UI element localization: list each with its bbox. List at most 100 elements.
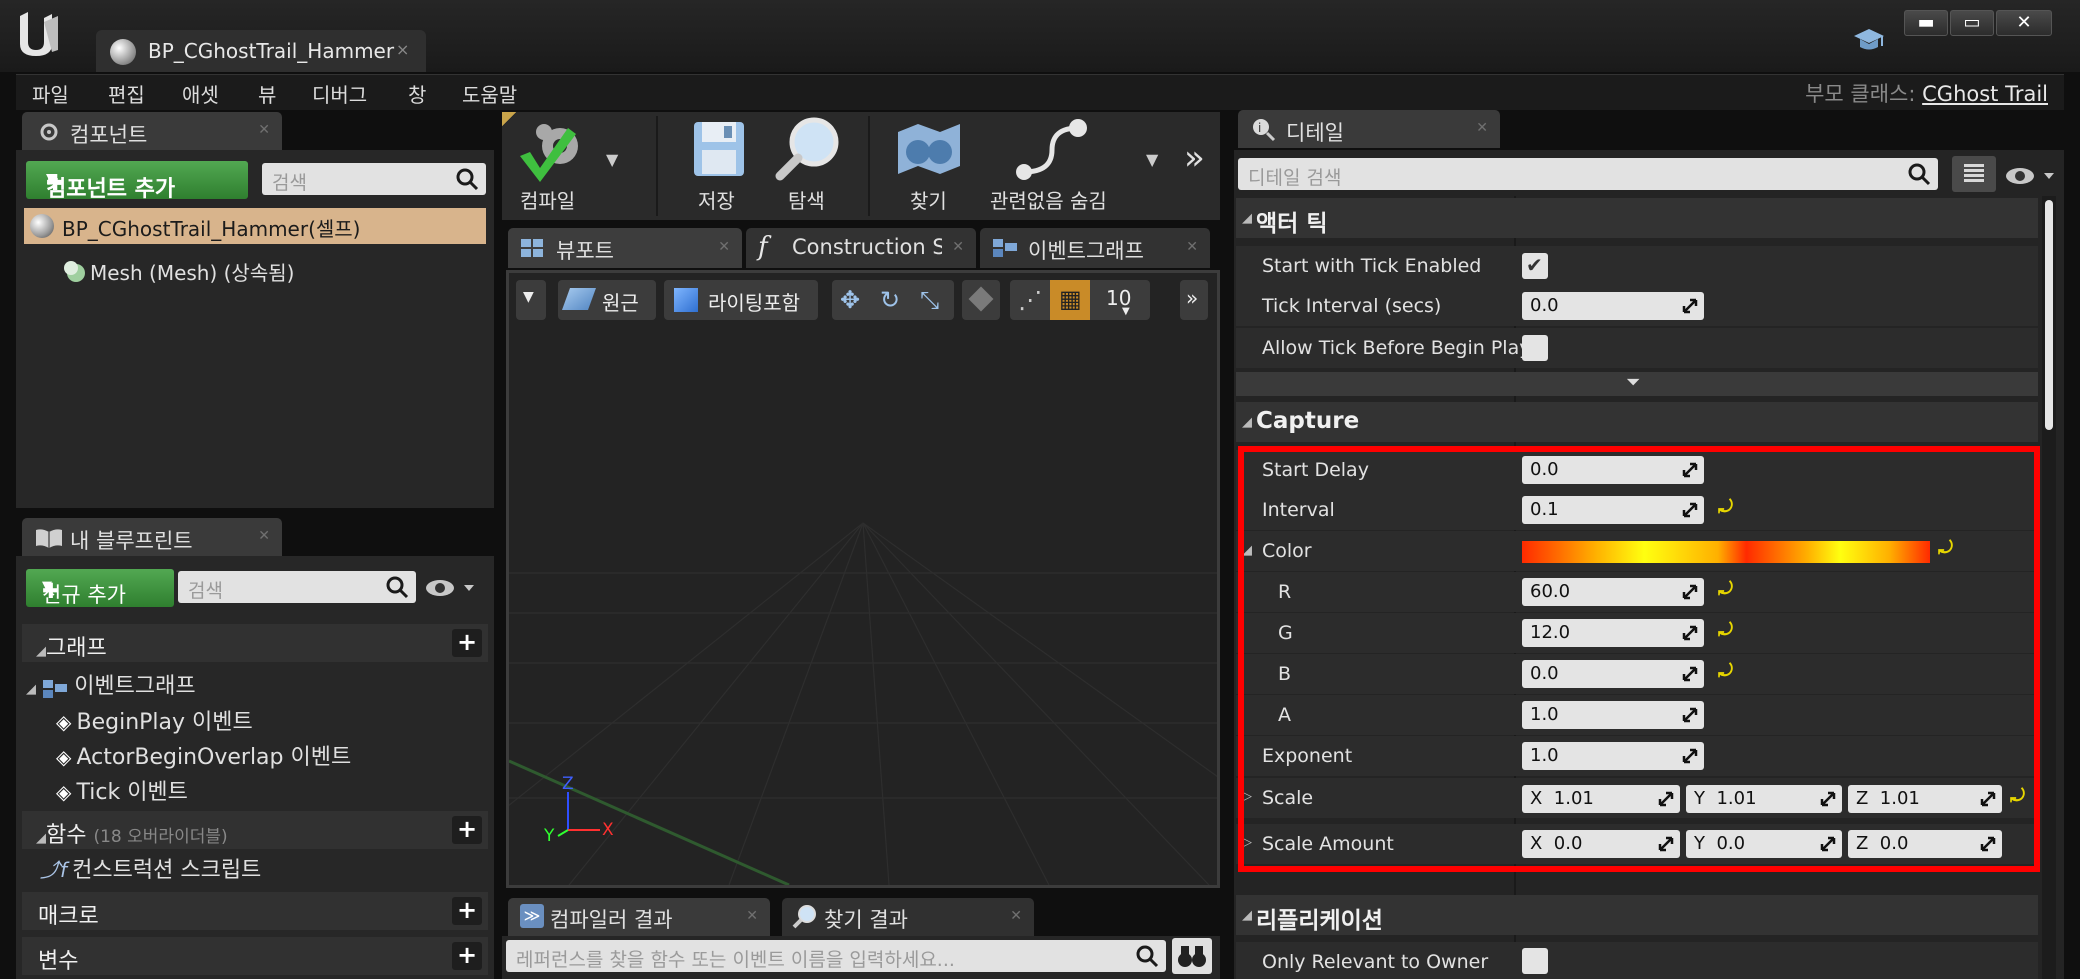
rotate-icon[interactable]: ↻ <box>880 286 900 314</box>
tab-construction-script[interactable]: f Construction Sc ✕ <box>746 228 976 268</box>
start-with-tick-checkbox[interactable]: ✔ <box>1522 253 1548 279</box>
tab-compiler-results[interactable]: ≫ 컴파일러 결과 ✕ <box>508 898 770 936</box>
find-label[interactable]: 찾기 <box>910 185 947 214</box>
expand-triangle-icon[interactable]: ◢ <box>1242 908 1252 923</box>
tab-find-results[interactable]: 찾기 결과 ✕ <box>782 898 1034 936</box>
tab-find-results-close-icon[interactable]: ✕ <box>1010 908 1022 924</box>
component-mesh-item[interactable]: Mesh (Mesh) (상속됨) <box>90 257 294 286</box>
hide-unrelated-label[interactable]: 관련없음 숨김 <box>990 185 1107 214</box>
lit-mode-button[interactable]: 라이팅포함 <box>664 280 818 320</box>
drag-handle-icon[interactable] <box>1682 298 1698 314</box>
reference-search-input[interactable]: 레퍼런스를 찾을 함수 또는 이벤트 이름을 입력하세요... <box>506 940 1166 972</box>
macros-section[interactable]: 매크로 + <box>22 892 488 930</box>
tab-event-graph-close-icon[interactable]: ✕ <box>1186 239 1198 255</box>
expand-advanced-icon[interactable]: ⏷ <box>1626 372 1640 393</box>
components-tab[interactable]: 컴포넌트 ✕ <box>22 112 282 150</box>
components-tab-close-icon[interactable]: ✕ <box>258 122 270 138</box>
transform-tools-group[interactable]: ✥ ↻ ⤡ <box>832 280 954 320</box>
snap-icon[interactable]: ⋰ <box>1018 286 1042 314</box>
variables-section[interactable]: 변수 + <box>22 937 488 975</box>
my-blueprint-tab-close-icon[interactable]: ✕ <box>258 528 270 544</box>
menu-help[interactable]: 도움말 <box>462 79 517 108</box>
category-replication[interactable]: ◢ 리플리케이션 <box>1236 895 2038 935</box>
tab-viewport[interactable]: 뷰포트 ✕ <box>508 228 742 268</box>
only-relevant-checkbox[interactable] <box>1522 948 1548 974</box>
grid-snap-group[interactable]: ⋰ ▦ 10 ▼ <box>1010 280 1150 320</box>
minimize-button[interactable]: ▬ <box>1904 10 1948 36</box>
hide-unrelated-chevron-icon[interactable]: ▼ <box>1146 150 1158 169</box>
tab-construction-label: Construction Sc <box>792 235 942 259</box>
grid-snap-toggle[interactable]: ▦ <box>1050 280 1090 320</box>
expand-triangle-icon[interactable]: ◢ <box>1242 415 1252 430</box>
add-variable-button[interactable]: + <box>452 942 482 970</box>
event-item-tick[interactable]: ◈ Tick 이벤트 <box>56 774 188 806</box>
parent-class-link[interactable]: CGhost Trail <box>1922 82 2048 106</box>
event-item-overlap[interactable]: ◈ ActorBeginOverlap 이벤트 <box>56 739 351 771</box>
maximize-button[interactable]: ▭ <box>1950 10 1994 36</box>
add-component-button[interactable]: ✚ 컴포넌트 추가 ▼ <box>26 161 248 202</box>
save-label[interactable]: 저장 <box>698 185 735 214</box>
surface-snap-button[interactable] <box>962 280 1000 320</box>
tab-event-graph[interactable]: 이벤트그래프 ✕ <box>980 228 1210 268</box>
category-capture[interactable]: ◢ Capture <box>1236 402 2038 442</box>
functions-section[interactable]: ◢함수 (18 오버라이더블) + <box>22 811 488 849</box>
tick-interval-field[interactable]: 0.0 <box>1522 292 1704 320</box>
expand-triangle-icon[interactable]: ◢ <box>1242 211 1252 226</box>
browse-button[interactable] <box>774 116 846 182</box>
property-matrix-button[interactable] <box>1952 156 1996 192</box>
browse-label[interactable]: 탐색 <box>788 185 825 214</box>
event-item-beginplay[interactable]: ◈ BeginPlay 이벤트 <box>56 704 253 736</box>
static-mesh-icon <box>64 261 85 282</box>
allow-tick-checkbox[interactable] <box>1522 335 1548 361</box>
graph-section[interactable]: ◢그래프 + <box>22 624 488 662</box>
perspective-button[interactable]: 원근 <box>558 280 656 320</box>
menu-asset[interactable]: 애셋 <box>182 79 219 108</box>
add-macro-button[interactable]: + <box>452 897 482 925</box>
expand-triangle-icon[interactable]: ◢ <box>36 644 46 659</box>
add-new-button[interactable]: ✚ 신규 추가 ▼ <box>26 569 174 607</box>
tab-construction-close-icon[interactable]: ✕ <box>952 239 964 255</box>
eye-visibility-icon[interactable] <box>424 576 478 600</box>
advanced-expander[interactable]: ⏷ <box>1236 372 2038 396</box>
hide-unrelated-button[interactable] <box>1012 116 1092 182</box>
category-actor-tick[interactable]: ◢ 액터 틱 <box>1236 198 2038 238</box>
close-window-button[interactable]: ✕ <box>1996 10 2052 36</box>
viewport-options-button[interactable]: ▼ <box>516 280 546 320</box>
expand-triangle-icon[interactable]: ◢ <box>26 682 36 697</box>
tab-viewport-close-icon[interactable]: ✕ <box>718 239 730 255</box>
component-self-item[interactable]: BP_CGhostTrail_Hammer(셀프) <box>24 208 486 244</box>
details-tab-close-icon[interactable]: ✕ <box>1476 120 1488 136</box>
compile-options-chevron-icon[interactable]: ▼ <box>606 150 618 169</box>
viewport-overflow-button[interactable]: » <box>1180 280 1208 320</box>
document-tab[interactable]: BP_CGhostTrail_Hammer × <box>96 30 426 72</box>
details-search-input[interactable]: 디테일 검색 <box>1238 158 1938 190</box>
compile-button[interactable] <box>514 116 604 186</box>
scale-icon[interactable]: ⤡ <box>920 286 939 314</box>
construction-script-item[interactable]: ⤴f 컨스트럭션 스크립트 <box>40 852 261 884</box>
menu-view[interactable]: 뷰 <box>258 79 276 108</box>
my-blueprint-search-input[interactable]: 검색 <box>178 571 416 603</box>
expand-triangle-icon[interactable]: ◢ <box>36 831 46 846</box>
save-button[interactable] <box>690 118 748 180</box>
eye-visibility-icon[interactable] <box>2004 164 2058 188</box>
menu-edit[interactable]: 편집 <box>108 79 145 108</box>
unreal-logo-icon[interactable] <box>14 8 62 60</box>
components-search-input[interactable]: 검색 <box>262 163 486 195</box>
find-in-all-button[interactable] <box>1172 938 1212 974</box>
details-tab[interactable]: i 디테일 ✕ <box>1238 110 1500 148</box>
details-scrollbar-thumb[interactable] <box>2045 200 2053 430</box>
menu-debug[interactable]: 디버그 <box>312 79 367 108</box>
menu-file[interactable]: 파일 <box>32 79 69 108</box>
toolbar-overflow-icon[interactable]: » <box>1184 138 1205 178</box>
event-graph-item[interactable]: ◢ 이벤트그래프 <box>26 668 196 700</box>
add-function-button[interactable]: + <box>452 816 482 844</box>
graduation-cap-icon[interactable] <box>1852 26 1886 56</box>
add-graph-button[interactable]: + <box>452 629 482 657</box>
my-blueprint-tab[interactable]: 내 블루프린트 ✕ <box>22 518 282 556</box>
tab-compiler-results-close-icon[interactable]: ✕ <box>746 908 758 924</box>
menu-window[interactable]: 창 <box>408 79 426 108</box>
find-button[interactable] <box>894 118 964 180</box>
translate-icon[interactable]: ✥ <box>840 286 860 314</box>
document-tab-close-icon[interactable]: × <box>396 40 409 59</box>
compile-label[interactable]: 컴파일 <box>520 185 575 214</box>
